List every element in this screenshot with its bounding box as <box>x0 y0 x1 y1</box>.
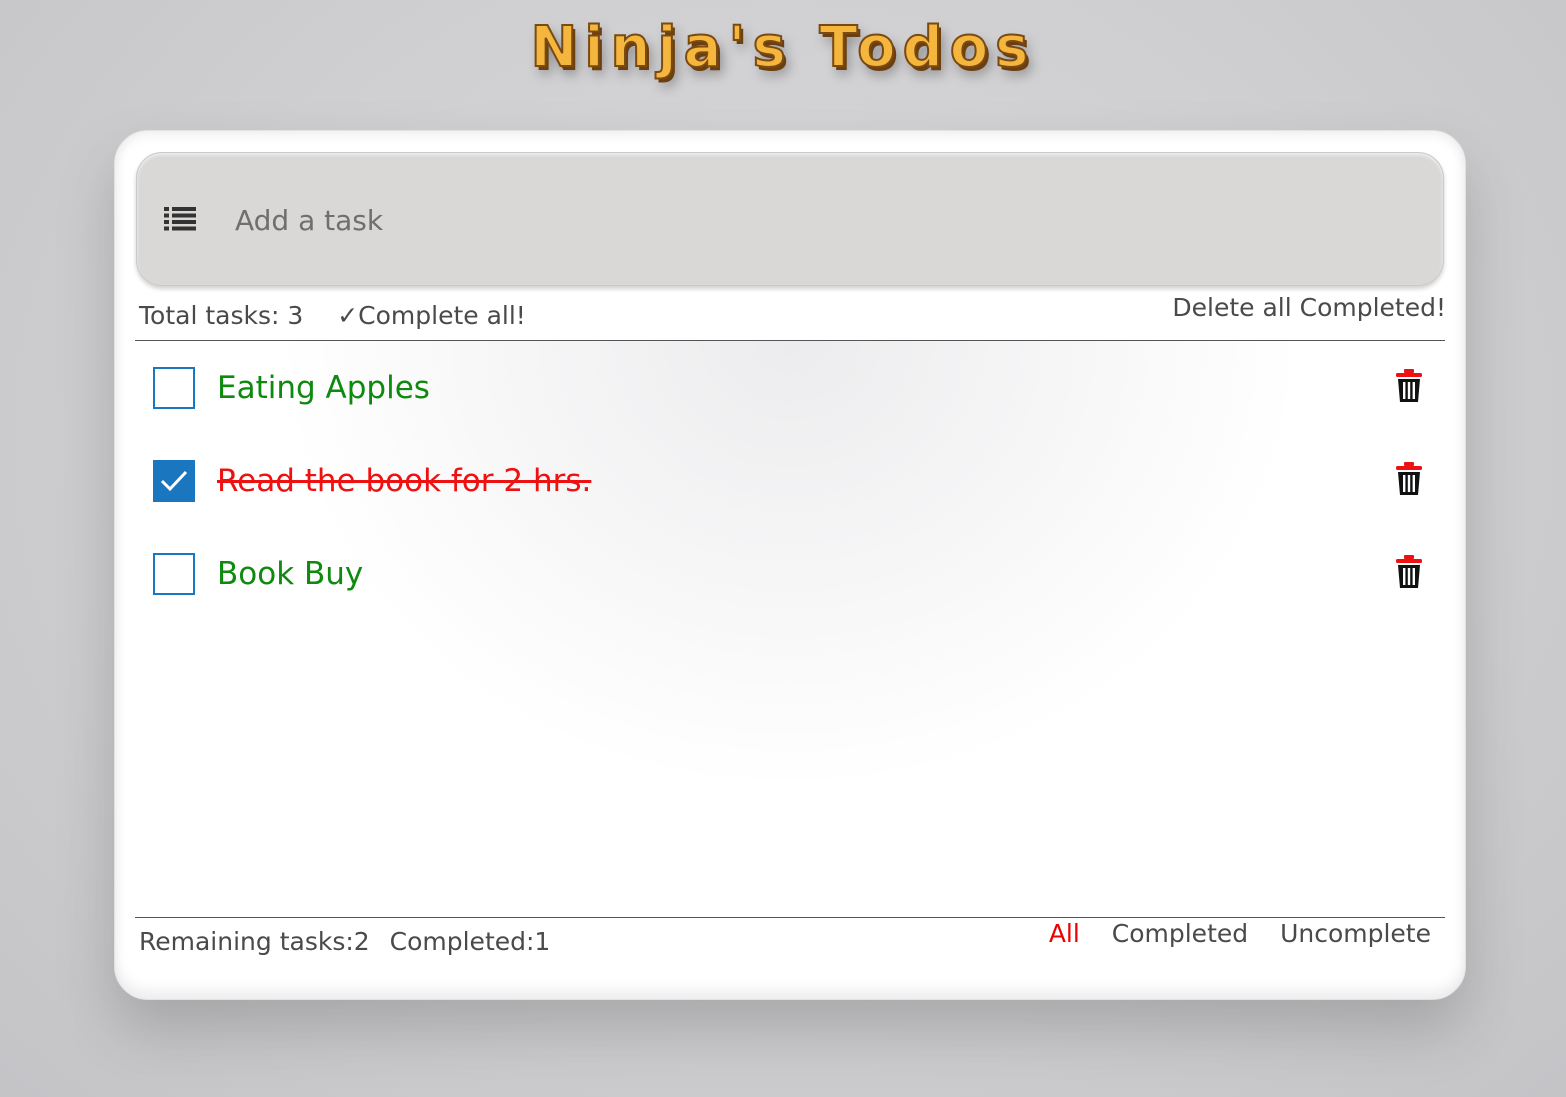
task-text: Book Buy <box>217 556 364 592</box>
trash-icon[interactable] <box>1395 555 1423 589</box>
toolbar-left: Total tasks: 3 ✓Complete all! <box>139 301 526 330</box>
task-checkbox[interactable] <box>153 367 195 409</box>
filter-completed[interactable]: Completed <box>1112 919 1248 948</box>
trash-icon[interactable] <box>1395 462 1423 496</box>
task-checkbox[interactable] <box>153 553 195 595</box>
filter-all[interactable]: All <box>1049 919 1080 948</box>
total-tasks-label: Total tasks: 3 <box>139 301 304 330</box>
list-icon <box>164 207 196 231</box>
task-text: Read the book for 2 hrs. <box>217 463 592 499</box>
add-task-bar <box>136 152 1444 286</box>
divider <box>135 917 1445 918</box>
remaining-tasks-label: Remaining tasks:2 <box>139 927 370 956</box>
footer-stats: Remaining tasks:2 Completed:1 <box>139 927 550 956</box>
complete-all-button[interactable]: ✓Complete all! <box>337 301 526 330</box>
add-task-input[interactable] <box>233 193 1417 247</box>
app-title: Ninja's Todos <box>529 14 1036 81</box>
checkmark-icon <box>160 470 188 492</box>
filter-group: All Completed Uncomplete <box>1025 919 1431 948</box>
filter-uncomplete[interactable]: Uncomplete <box>1280 919 1431 948</box>
task-text: Eating Apples <box>217 370 430 406</box>
completed-count-label: Completed:1 <box>389 927 551 956</box>
task-checkbox[interactable] <box>153 460 195 502</box>
task-list: Eating Apples Read the book for 2 hrs. B… <box>135 341 1445 917</box>
delete-all-completed-button[interactable]: Delete all Completed! <box>1172 293 1446 322</box>
todo-card: Total tasks: 3 ✓Complete all! Delete all… <box>114 130 1466 1000</box>
task-row: Eating Apples <box>153 367 1423 413</box>
task-row: Read the book for 2 hrs. <box>153 460 1423 506</box>
task-row: Book Buy <box>153 553 1423 599</box>
trash-icon[interactable] <box>1395 369 1423 403</box>
